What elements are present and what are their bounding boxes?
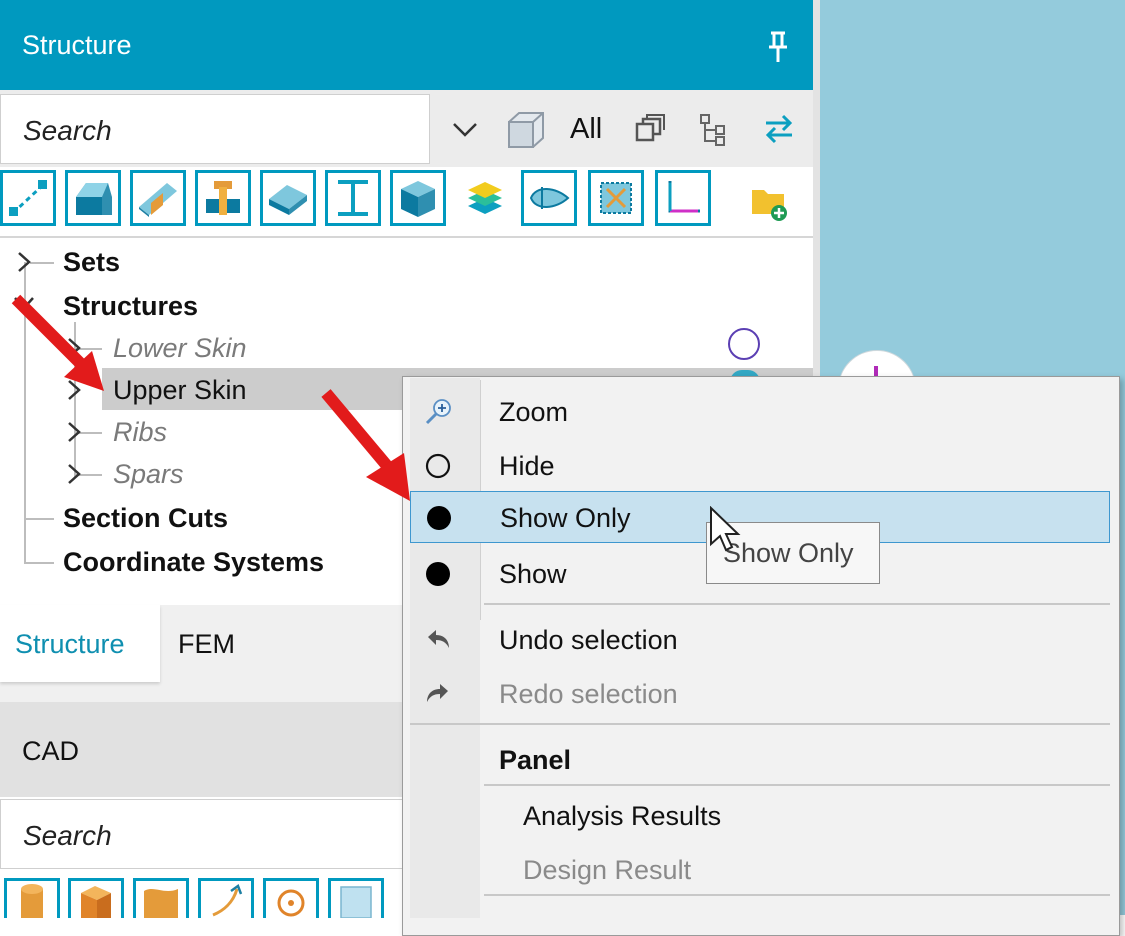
annotation-arrow xyxy=(321,389,410,501)
cad-tool-button[interactable] xyxy=(263,878,319,918)
edge-icon xyxy=(9,180,47,216)
panel-title: Structure xyxy=(22,30,132,60)
menu-label: Zoom xyxy=(499,397,569,427)
menu-item-undo-selection[interactable]: Undo selection xyxy=(410,614,1110,666)
swap-icon[interactable] xyxy=(762,113,796,145)
menu-separator xyxy=(484,603,1110,605)
fastener-icon xyxy=(206,181,240,215)
plate-tool-button[interactable] xyxy=(260,170,316,226)
axes-icon xyxy=(668,181,700,213)
annotation-arrow xyxy=(11,294,104,391)
copy-icon[interactable] xyxy=(634,113,666,145)
transform-icon xyxy=(600,182,632,214)
box-icon xyxy=(81,886,111,918)
cad-tool-button[interactable] xyxy=(133,878,189,918)
cad-tool-button[interactable] xyxy=(4,878,60,918)
zoom-icon xyxy=(425,399,451,425)
menu-group-header: Panel xyxy=(499,745,572,775)
edge-tool-button[interactable] xyxy=(0,170,56,226)
tree-connector xyxy=(24,518,54,520)
undo-icon xyxy=(428,630,449,648)
plate-icon xyxy=(269,185,307,215)
tree-item-lower-skin[interactable]: Lower Skin xyxy=(113,333,247,364)
cad-tool-button[interactable] xyxy=(198,878,254,918)
beam-tool-button[interactable] xyxy=(325,170,381,226)
search-box xyxy=(0,94,430,164)
hollow-circle-icon xyxy=(425,453,451,479)
cad-tool-button[interactable] xyxy=(68,878,124,918)
mouse-cursor-icon xyxy=(710,506,741,552)
prism-icon xyxy=(76,183,112,215)
menu-item-design-result[interactable]: Design Result xyxy=(523,855,691,886)
tree-connector xyxy=(24,562,54,564)
structure-toolbar xyxy=(0,167,813,237)
tree-item-ribs[interactable]: Ribs xyxy=(113,417,167,448)
solid-tool-button[interactable] xyxy=(65,170,121,226)
menu-separator xyxy=(484,894,1110,896)
tree-item-spars[interactable]: Spars xyxy=(113,459,184,490)
cylinder-icon xyxy=(21,884,43,918)
cube-solid-icon xyxy=(401,181,435,217)
menu-label: Redo selection xyxy=(499,679,678,709)
tree-item-coordinate-systems[interactable]: Coordinate Systems xyxy=(63,547,324,578)
fastener-tool-button[interactable] xyxy=(195,170,251,226)
tab-structure-label[interactable]: Structure xyxy=(15,629,125,660)
tree-view-icon[interactable] xyxy=(698,113,730,147)
layers-tool-button[interactable] xyxy=(458,173,514,229)
cube-icon[interactable] xyxy=(505,110,547,150)
layers-icon xyxy=(468,182,502,214)
menu-label: Show Only xyxy=(500,503,631,533)
point-icon xyxy=(277,889,305,917)
menu-item-zoom[interactable]: Zoom xyxy=(410,386,1110,438)
chevron-down-icon[interactable] xyxy=(452,120,478,140)
tooltip-text: Show Only xyxy=(723,538,854,568)
cad-search-input[interactable] xyxy=(21,817,405,855)
tree-item-section-cuts[interactable]: Section Cuts xyxy=(63,503,228,534)
chevron-right-icon[interactable] xyxy=(16,250,32,274)
stiffener-tool-button[interactable] xyxy=(130,170,186,226)
cad-search-box xyxy=(0,799,420,869)
redo-icon xyxy=(427,684,448,702)
menu-item-hide[interactable]: Hide xyxy=(410,440,1110,492)
add-folder-icon[interactable] xyxy=(750,184,788,222)
filled-circle-icon xyxy=(427,506,451,530)
i-beam-icon xyxy=(338,180,368,216)
tab-fem[interactable]: FEM xyxy=(178,629,235,660)
airfoil-icon xyxy=(529,187,570,209)
stiffener-icon xyxy=(139,183,177,217)
cad-tool-button[interactable] xyxy=(328,878,384,919)
plane-icon xyxy=(340,886,372,919)
tree-item-sets[interactable]: Sets xyxy=(63,247,120,278)
coordinate-system-tool-button[interactable] xyxy=(655,170,711,226)
tree-connector xyxy=(30,262,54,264)
volume-tool-button[interactable] xyxy=(390,170,446,226)
curve-icon xyxy=(212,884,243,917)
filter-all-label[interactable]: All xyxy=(570,113,602,146)
filled-circle-icon xyxy=(426,562,450,586)
transform-tool-button[interactable] xyxy=(588,170,644,226)
pin-icon[interactable] xyxy=(764,30,792,64)
surface-icon xyxy=(144,889,178,918)
cad-panel-title: CAD xyxy=(22,736,80,766)
section-tool-button[interactable] xyxy=(521,170,577,226)
menu-item-redo-selection[interactable]: Redo selection xyxy=(410,668,1110,720)
visibility-toggle[interactable] xyxy=(728,328,760,360)
axis-marker xyxy=(874,366,878,376)
search-input[interactable] xyxy=(21,112,425,150)
chevron-right-icon[interactable] xyxy=(66,462,82,486)
menu-separator xyxy=(410,723,1110,725)
divider xyxy=(0,236,813,238)
menu-label: Show xyxy=(499,559,567,589)
menu-item-analysis-results[interactable]: Analysis Results xyxy=(523,801,721,832)
menu-label: Undo selection xyxy=(499,625,678,655)
menu-separator xyxy=(484,784,1110,786)
menu-label: Hide xyxy=(499,451,555,481)
tree-item-upper-skin[interactable]: Upper Skin xyxy=(113,375,247,406)
chevron-right-icon[interactable] xyxy=(66,420,82,444)
